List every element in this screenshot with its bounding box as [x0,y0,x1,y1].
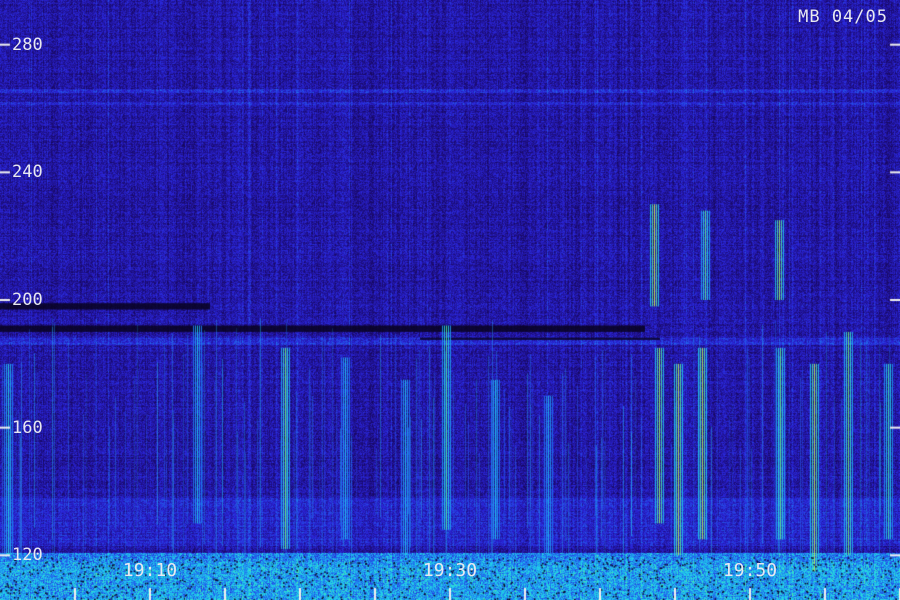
x-tick-label: 19:30 [422,560,478,581]
y-tick-label: 280 [12,34,43,55]
chart-title: MB 04/05 [798,7,888,27]
y-tick-label: 120 [12,545,43,566]
y-tick-label: 200 [12,290,43,310]
spectrogram-canvas [0,0,900,600]
x-tick-label: 19:10 [122,560,178,581]
x-tick-label: 19:50 [722,560,778,581]
y-tick-label: 240 [12,162,43,183]
y-tick-label: 160 [12,417,43,438]
